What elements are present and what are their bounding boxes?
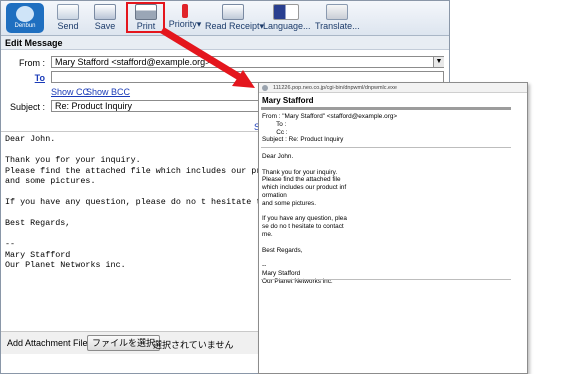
print-preview-window: 111226.pop.neo.co.jp/cgi-bin/dnpwml/dnpw… — [258, 82, 528, 374]
page-icon — [262, 85, 268, 91]
arrow-shaft — [160, 27, 243, 81]
popup-title: Mary Stafford — [262, 96, 314, 105]
popup-headers: From : "Mary Stafford" <stafford@example… — [262, 113, 398, 144]
popup-body: Dear John. Thank you for your inquiry. P… — [262, 153, 347, 285]
popup-header-rule — [261, 147, 511, 148]
popup-url-bar: 111226.pop.neo.co.jp/cgi-bin/dnpwml/dnpw… — [259, 83, 527, 93]
popup-title-rule — [261, 107, 511, 110]
popup-footer-rule — [261, 279, 511, 280]
